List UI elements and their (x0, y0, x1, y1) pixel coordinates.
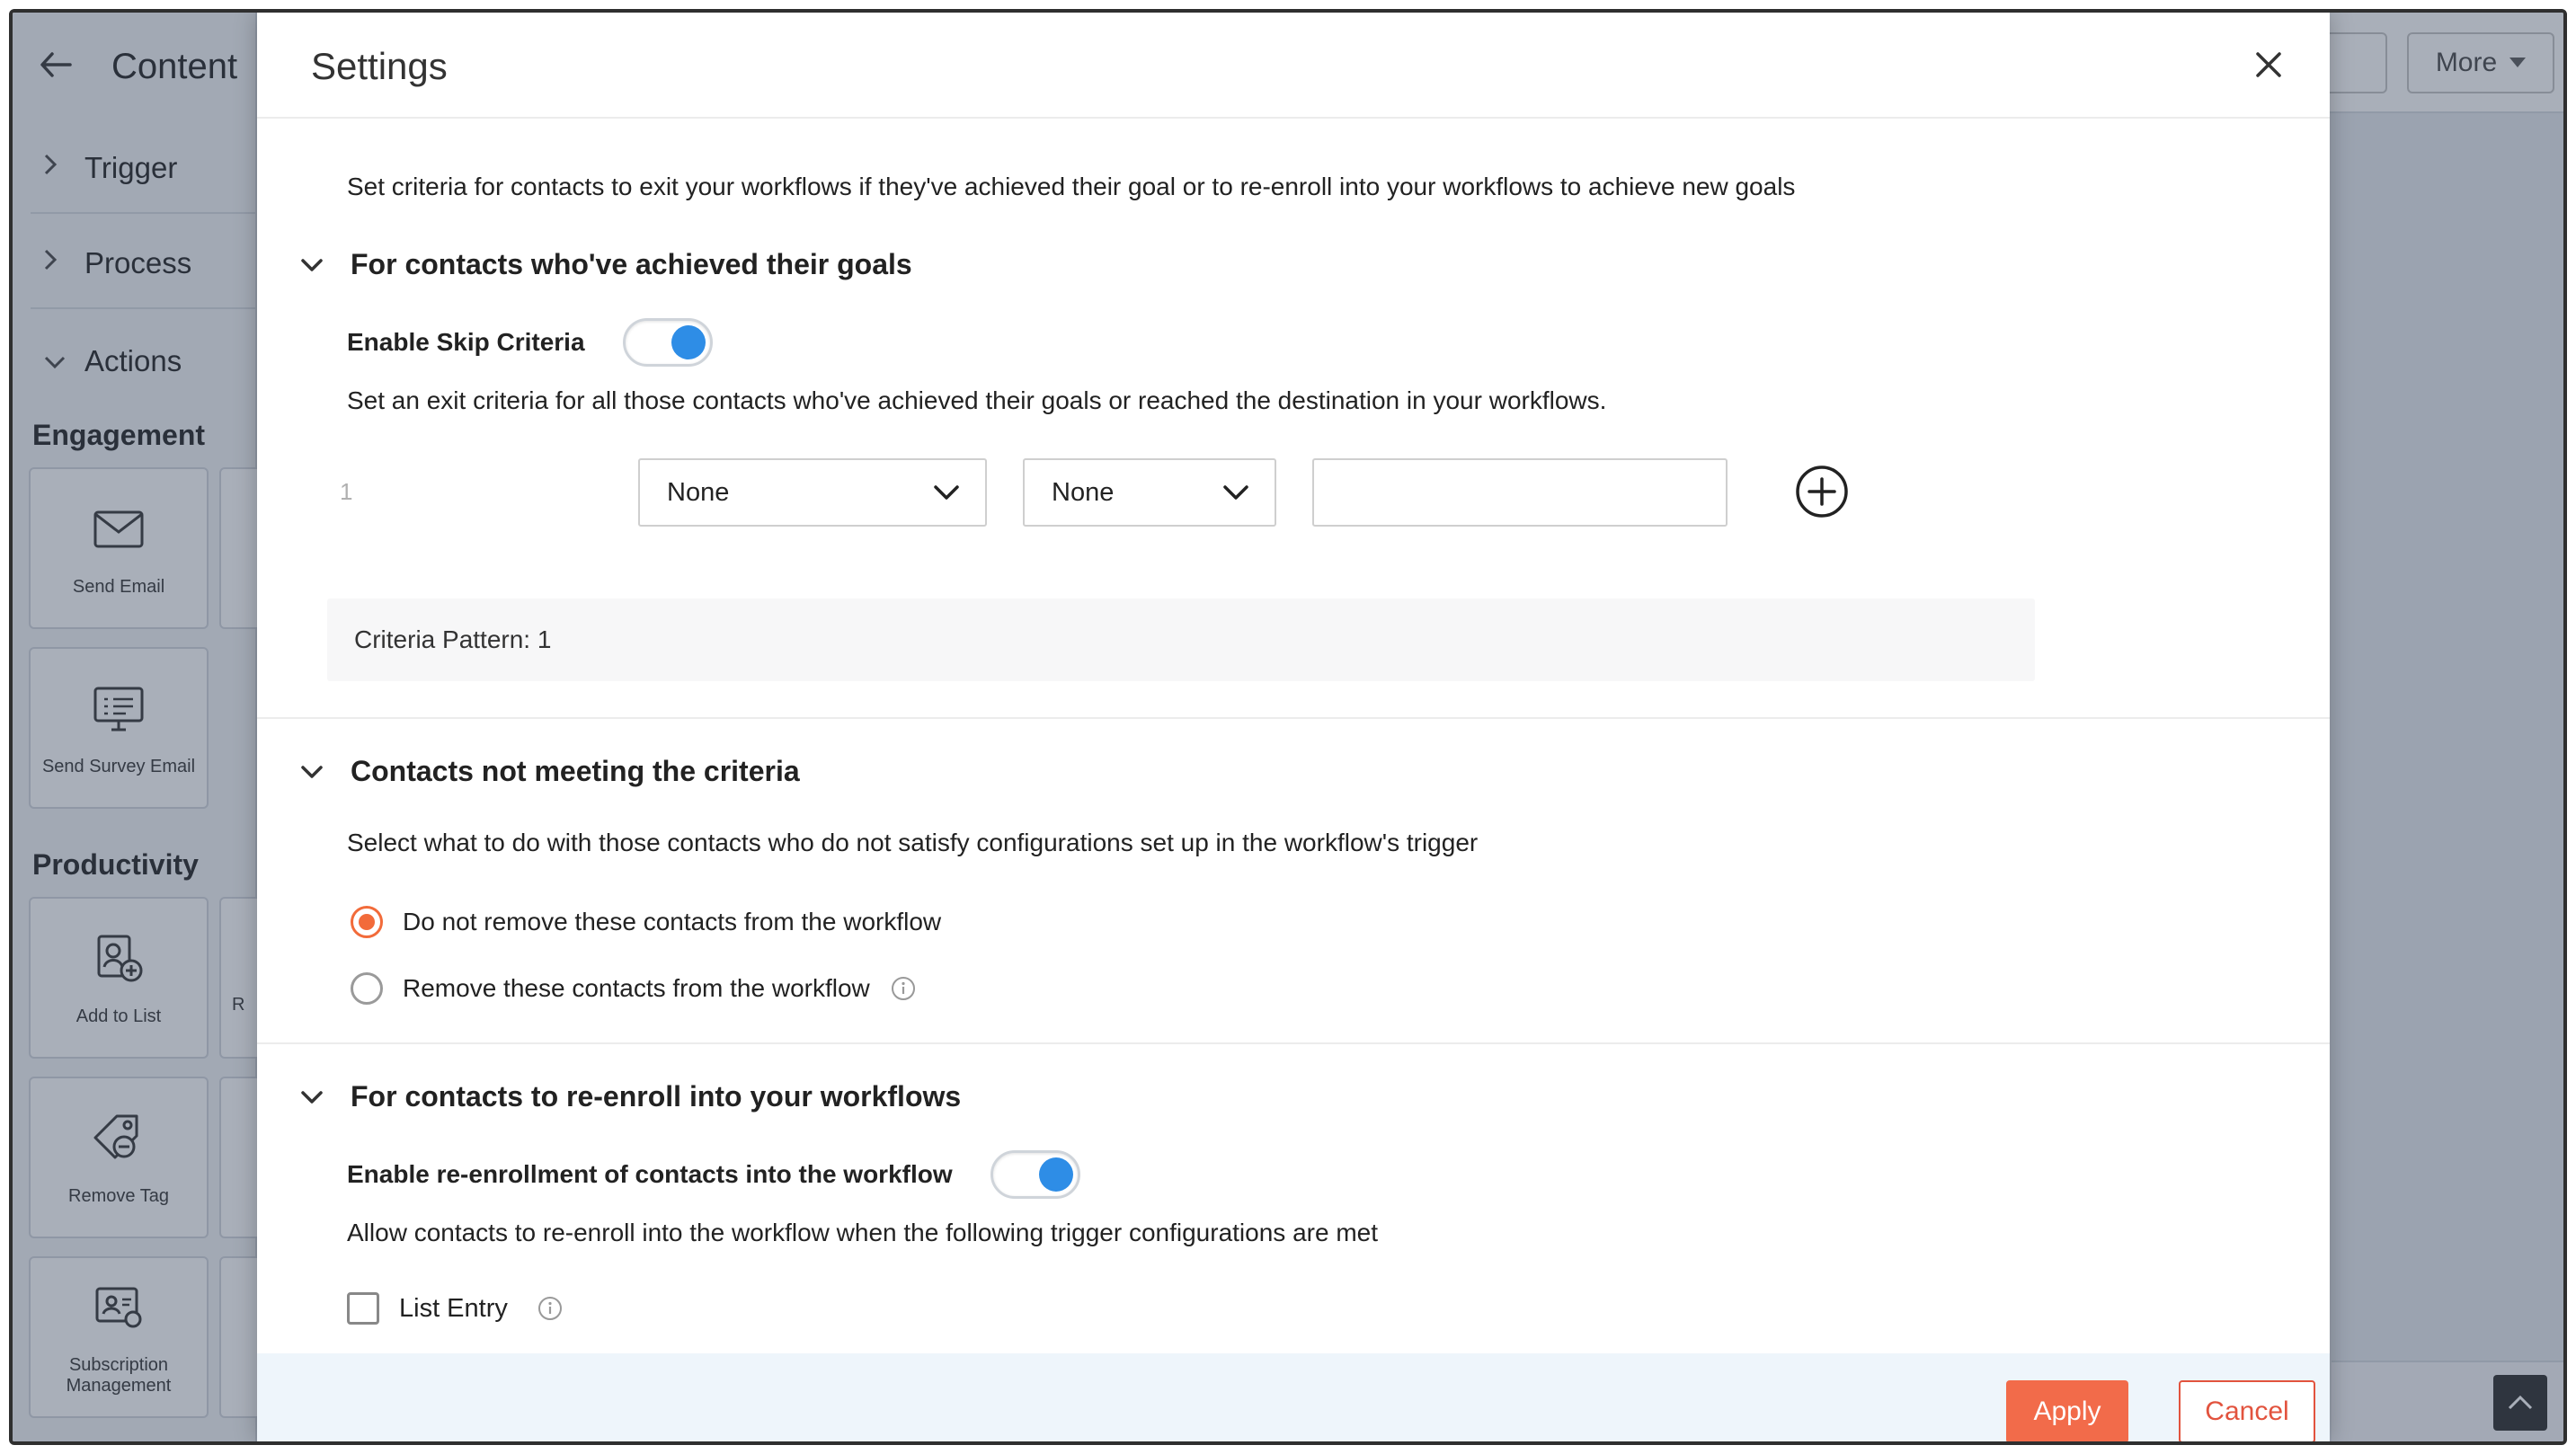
criteria-operator-select[interactable]: None (1023, 458, 1276, 527)
toggle-knob (1038, 1157, 1073, 1192)
section-title: For contacts to re-enroll into your work… (351, 1080, 962, 1113)
section-divider (257, 717, 2330, 719)
modal-header: Settings (257, 13, 2330, 119)
chevron-down-icon (301, 258, 323, 271)
info-icon[interactable] (890, 975, 917, 1002)
reenroll-toggle[interactable] (990, 1150, 1080, 1199)
criteria-pattern-box: Criteria Pattern: 1 (327, 598, 2035, 681)
criteria-description: Select what to do with those contacts wh… (347, 829, 1479, 856)
checkbox-label: List Entry (399, 1293, 508, 1323)
close-icon (2256, 52, 2281, 77)
list-entry-checkbox-row[interactable]: List Entry (347, 1292, 564, 1325)
criteria-pattern-label: Criteria Pattern: 1 (354, 625, 552, 653)
section-header-reenroll[interactable]: For contacts to re-enroll into your work… (297, 1080, 961, 1113)
section-header-goals[interactable]: For contacts who've achieved their goals (297, 248, 912, 281)
apply-button[interactable]: Apply (2006, 1380, 2128, 1441)
radio-remove[interactable]: Remove these contacts from the workflow (351, 972, 917, 1005)
settings-modal: Settings Set criteria for contacts to ex… (257, 13, 2330, 1441)
add-criteria-plus-icon[interactable] (1794, 464, 1850, 519)
skip-criteria-toggle-row: Enable Skip Criteria (347, 318, 713, 367)
toggle-label: Enable re-enrollment of contacts into th… (347, 1160, 953, 1188)
list-entry-checkbox[interactable] (347, 1292, 379, 1325)
radio-do-not-remove[interactable]: Do not remove these contacts from the wo… (351, 906, 941, 938)
reenroll-description: Allow contacts to re-enroll into the wor… (347, 1219, 1379, 1246)
section-header-criteria[interactable]: Contacts not meeting the criteria (297, 755, 800, 788)
select-value: None (667, 477, 730, 507)
toggle-label: Enable Skip Criteria (347, 328, 585, 356)
section-divider (257, 1042, 2330, 1044)
criteria-field-select[interactable]: None (638, 458, 987, 527)
chevron-down-icon (1223, 485, 1248, 500)
app-window: More Content Trigger Process Actions Eng… (9, 9, 2567, 1445)
chevron-down-icon (934, 485, 959, 500)
reenroll-toggle-row: Enable re-enrollment of contacts into th… (347, 1150, 1080, 1199)
modal-title: Settings (311, 45, 448, 87)
cancel-button[interactable]: Cancel (2179, 1380, 2315, 1441)
criteria-row-number: 1 (340, 478, 353, 505)
skip-criteria-description: Set an exit criteria for all those conta… (347, 386, 1607, 414)
skip-criteria-toggle[interactable] (622, 318, 713, 367)
radio-button[interactable] (351, 972, 383, 1005)
chevron-down-icon (301, 765, 323, 778)
select-value: None (1052, 477, 1115, 507)
info-icon[interactable] (537, 1295, 564, 1322)
section-title: Contacts not meeting the criteria (351, 755, 800, 787)
radio-button-checked[interactable] (351, 906, 383, 938)
radio-label: Do not remove these contacts from the wo… (403, 908, 942, 935)
toggle-knob (671, 325, 706, 359)
radio-label: Remove these contacts from the workflow (403, 974, 870, 1002)
criteria-value-input[interactable] (1312, 458, 1728, 527)
section-title: For contacts who've achieved their goals (351, 248, 912, 280)
close-button[interactable] (2243, 40, 2294, 90)
intro-text: Set criteria for contacts to exit your w… (347, 173, 1796, 200)
chevron-down-icon (301, 1090, 323, 1104)
